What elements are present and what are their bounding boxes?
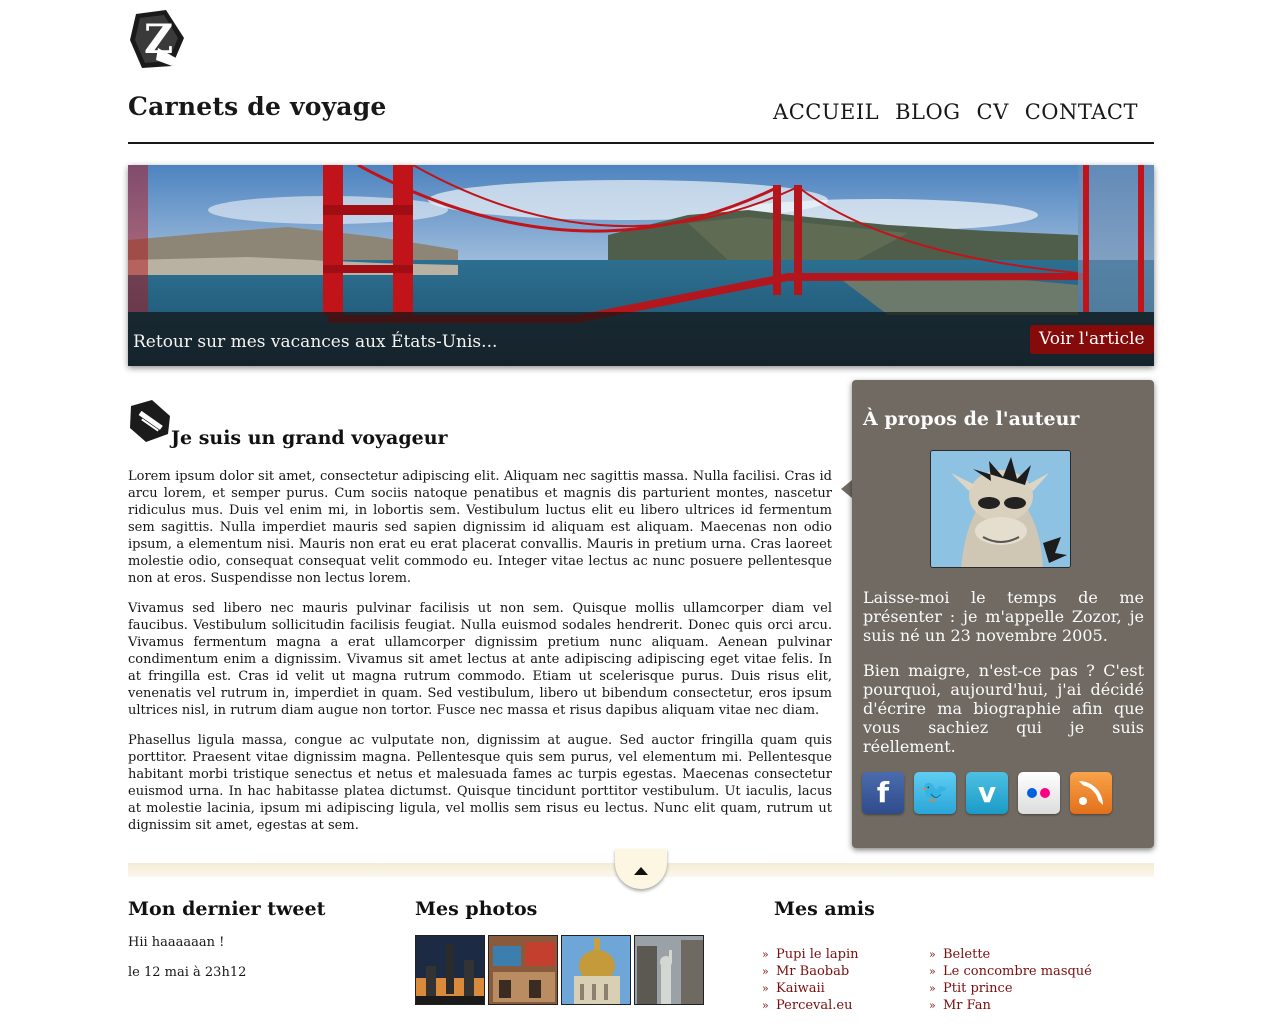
twitter-icon[interactable]: 🐦 xyxy=(914,772,956,814)
photos-title: Mes photos xyxy=(415,898,538,920)
social-links: f 🐦 v xyxy=(862,772,1112,814)
banner-caption: Retour sur mes vacances aux États-Unis..… xyxy=(133,332,498,352)
nav-blog[interactable]: BLOG xyxy=(895,100,960,124)
friend-link[interactable]: Mr Baobab xyxy=(762,963,858,980)
header-divider xyxy=(128,142,1154,144)
nav-cv[interactable]: CV xyxy=(977,100,1009,124)
site-logo-icon[interactable]: Z xyxy=(128,8,188,70)
arrow-up-icon xyxy=(634,867,648,875)
author-panel: À propos de l'auteur Laisse-moi le temps… xyxy=(852,380,1154,848)
author-bio: Bien maigre, n'est-ce pas ? C'est pourqu… xyxy=(863,661,1144,756)
scroll-top-button[interactable] xyxy=(615,849,667,889)
photo-thumbnail[interactable] xyxy=(488,935,558,1005)
site-title: Carnets de voyage xyxy=(128,92,387,121)
nav-contact[interactable]: CONTACT xyxy=(1025,100,1138,124)
friend-link[interactable]: Belette xyxy=(929,946,1092,963)
tweet-text: Hii haaaaaan ! xyxy=(128,935,225,950)
facebook-icon[interactable]: f xyxy=(862,772,904,814)
friend-link[interactable]: Pupi le lapin xyxy=(762,946,858,963)
page: Z Carnets de voyage ACCUEIL BLOG CV CONT… xyxy=(128,0,1154,1028)
article-body: Lorem ipsum dolor sit amet, consectetur … xyxy=(128,468,832,847)
friends-list-2: Belette Le concombre masqué Ptit prince … xyxy=(929,946,1092,1014)
friend-link[interactable]: Perceval.eu xyxy=(762,997,858,1014)
friend-link[interactable]: Ptit prince xyxy=(929,980,1092,997)
author-intro: Laisse-moi le temps de me présenter : je… xyxy=(863,588,1144,645)
friend-link[interactable]: Mr Fan xyxy=(929,997,1092,1014)
rss-icon[interactable] xyxy=(1070,772,1112,814)
article-title: Je suis un grand voyageur xyxy=(171,427,448,449)
friends-list-1: Pupi le lapin Mr Baobab Kaiwaii Perceval… xyxy=(762,946,858,1014)
nav-accueil[interactable]: ACCUEIL xyxy=(773,100,879,124)
read-article-button[interactable]: Voir l'article xyxy=(1030,325,1154,354)
friends-title: Mes amis xyxy=(774,898,875,920)
tweet-date: le 12 mai à 23h12 xyxy=(128,965,247,980)
photo-thumbnail[interactable] xyxy=(415,935,485,1005)
article-paragraph: Vivamus sed libero nec mauris pulvinar f… xyxy=(128,601,832,718)
pen-icon xyxy=(130,400,170,442)
flickr-icon[interactable] xyxy=(1018,772,1060,814)
friend-link[interactable]: Kaiwaii xyxy=(762,980,858,997)
photo-thumbnail[interactable] xyxy=(561,935,631,1005)
tweet-title: Mon dernier tweet xyxy=(128,898,326,920)
aside-pointer xyxy=(841,480,852,498)
photo-gallery xyxy=(415,935,704,1005)
vimeo-icon[interactable]: v xyxy=(966,772,1008,814)
main-nav: ACCUEIL BLOG CV CONTACT xyxy=(773,100,1138,124)
article-paragraph: Lorem ipsum dolor sit amet, consectetur … xyxy=(128,469,832,586)
photo-thumbnail[interactable] xyxy=(634,935,704,1005)
author-avatar xyxy=(930,450,1071,568)
hero-banner: Retour sur mes vacances aux États-Unis..… xyxy=(128,165,1154,366)
friend-link[interactable]: Le concombre masqué xyxy=(929,963,1092,980)
article-paragraph: Phasellus ligula massa, congue ac vulput… xyxy=(128,733,832,833)
author-panel-title: À propos de l'auteur xyxy=(863,408,1080,430)
